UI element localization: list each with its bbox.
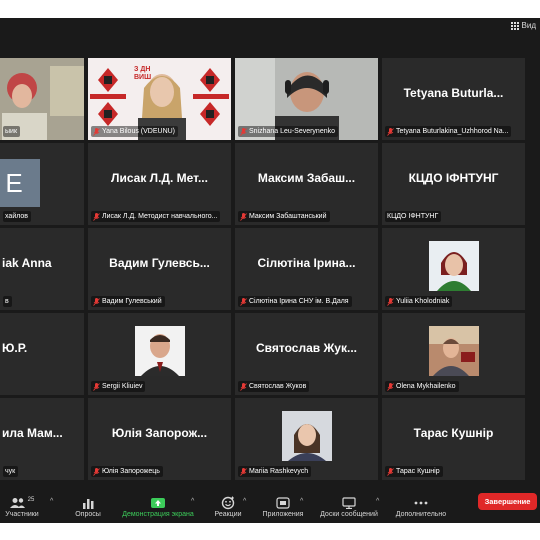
mic-muted-icon: [387, 467, 394, 476]
share-screen-icon: [151, 497, 165, 508]
end-meeting-button[interactable]: Завершение: [478, 493, 537, 510]
mic-muted-icon: [387, 297, 394, 306]
avatar: E: [0, 159, 40, 207]
participant-caption: Тарас Кушнір: [385, 466, 443, 477]
participant-caption: в: [3, 296, 12, 307]
participant-caption: ыик: [3, 126, 21, 137]
participant-caption: Сілютіна Ірина СНУ ім. В.Даля: [238, 296, 352, 307]
participant-tile[interactable]: З ДН ВИШ Yana Bilous (VDEUNU): [88, 58, 231, 140]
participant-display-name: Юлія Запорож...: [111, 425, 208, 440]
participant-display-name: iak Anna: [2, 255, 52, 270]
participant-caption: Mariia Rashkevych: [238, 466, 312, 477]
participants-count: 25: [27, 496, 35, 503]
gallery-grid: ыик З ДН ВИШ Yana Bilous (VDEUNU) Snizha…: [0, 18, 540, 493]
mic-muted-icon: [240, 297, 247, 306]
participant-caption: Вадим Гулевський: [91, 296, 165, 307]
participant-tile[interactable]: Тарас Кушнір Тарас Кушнір: [382, 398, 525, 480]
participant-tile[interactable]: iak Anna в: [0, 228, 84, 310]
mic-muted-icon: [387, 382, 394, 391]
participant-display-name: Сілютіна Ірина...: [257, 255, 356, 270]
participants-icon: [9, 497, 25, 508]
mic-muted-icon: [240, 212, 247, 221]
participant-caption: хайлов: [3, 211, 31, 222]
grid-view-icon: [510, 21, 519, 30]
participant-tile[interactable]: Mariia Rashkevych: [235, 398, 378, 480]
view-button[interactable]: Вид: [510, 21, 536, 30]
apps-icon: [276, 496, 290, 509]
whiteboards-button[interactable]: Доски сообщений: [312, 493, 386, 523]
participant-display-name: Вадим Гулевсь...: [109, 255, 210, 270]
participants-button[interactable]: 25 Участники: [2, 493, 42, 523]
mic-muted-icon: [240, 382, 247, 391]
participant-tile[interactable]: ила Мам... чук: [0, 398, 84, 480]
profile-photo: [428, 241, 479, 292]
participant-tile[interactable]: Лисак Л.Д. Мет... Лисак Л.Д. Методист на…: [88, 143, 231, 225]
whiteboard-icon: [342, 496, 356, 509]
banner-text: ВИШ: [134, 74, 152, 81]
mic-muted-icon: [93, 467, 100, 476]
participant-caption: Юлія Запорожець: [91, 466, 163, 477]
polls-button[interactable]: Опросы: [70, 493, 106, 523]
share-options-caret[interactable]: ^: [191, 498, 194, 505]
participant-display-name: Лисак Л.Д. Мет...: [111, 170, 208, 185]
profile-photo: [134, 326, 185, 377]
zoom-window: ыик З ДН ВИШ Yana Bilous (VDEUNU) Snizha…: [0, 18, 540, 523]
participant-tile[interactable]: Максим Забаш... Максим Забаштанський: [235, 143, 378, 225]
participant-caption: Yuliia Kholodniak: [385, 296, 453, 307]
participant-caption: чук: [3, 466, 19, 477]
participant-tile[interactable]: Yuliia Kholodniak: [382, 228, 525, 310]
reactions-button[interactable]: Реакции: [208, 493, 248, 523]
mic-muted-icon: [93, 382, 100, 391]
participant-caption: Максим Забаштанський: [238, 211, 330, 222]
participant-display-name: Святослав Жук...: [256, 340, 357, 355]
polls-icon: [83, 498, 94, 509]
participant-caption: КЦДО ІФНТУНГ: [385, 211, 442, 222]
participant-caption: Tetyana Buturlakina_Uzhhorod Na...: [385, 126, 512, 137]
participant-tile[interactable]: Ю.Р.: [0, 313, 84, 395]
participant-tile[interactable]: Сілютіна Ірина... Сілютіна Ірина СНУ ім.…: [235, 228, 378, 310]
participant-caption: Лисак Л.Д. Методист навчального...: [91, 211, 221, 222]
whiteboards-options-caret[interactable]: ^: [376, 498, 379, 505]
share-screen-button[interactable]: Демонстрация экрана: [114, 493, 202, 523]
more-icon: [414, 501, 428, 504]
participant-tile[interactable]: Вадим Гулевсь... Вадим Гулевський: [88, 228, 231, 310]
reactions-icon: [221, 496, 235, 509]
participant-display-name: ила Мам...: [2, 425, 63, 440]
participant-caption: Sergii Kliuiev: [91, 381, 146, 392]
participant-display-name: КЦДО ІФНТУНГ: [408, 170, 499, 185]
participant-tile[interactable]: Sergii Kliuiev: [88, 313, 231, 395]
participant-tile[interactable]: Tetyana Buturla... Tetyana Buturlakina_U…: [382, 58, 525, 140]
more-button[interactable]: Дополнительно: [390, 493, 452, 523]
top-bar: Вид: [0, 18, 540, 35]
mic-muted-icon: [93, 297, 100, 306]
mic-muted-icon: [387, 127, 394, 136]
banner-text: З ДН: [134, 66, 151, 73]
participant-tile[interactable]: КЦДО ІФНТУНГ КЦДО ІФНТУНГ: [382, 143, 525, 225]
participant-display-name: Tetyana Buturla...: [403, 85, 504, 100]
participant-tile[interactable]: Юлія Запорож... Юлія Запорожець: [88, 398, 231, 480]
meeting-toolbar: 25 Участники ^ Опросы Демонстрация экран…: [0, 493, 540, 523]
profile-photo: [281, 411, 332, 462]
participant-caption: Yana Bilous (VDEUNU): [91, 126, 179, 137]
mic-muted-icon: [93, 212, 100, 221]
mic-muted-icon: [93, 127, 100, 136]
profile-photo: [428, 326, 479, 377]
apps-options-caret[interactable]: ^: [300, 498, 303, 505]
participant-tile[interactable]: Olena Mykhailenko: [382, 313, 525, 395]
participant-tile[interactable]: E хайлов: [0, 143, 84, 225]
mic-muted-icon: [240, 127, 247, 136]
participants-options-caret[interactable]: ^: [50, 498, 53, 505]
participant-tile[interactable]: Святослав Жук... Святослав Жуков: [235, 313, 378, 395]
participant-tile[interactable]: ыик: [0, 58, 84, 140]
mic-muted-icon: [240, 467, 247, 476]
participant-caption: Snizhana Leu-Severynenko: [238, 126, 339, 137]
participant-display-name: Максим Забаш...: [257, 170, 356, 185]
participant-display-name: Тарас Кушнір: [413, 425, 494, 440]
reactions-options-caret[interactable]: ^: [243, 498, 246, 505]
participant-caption: Olena Mykhailenko: [385, 381, 459, 392]
participant-display-name: Ю.Р.: [2, 340, 28, 355]
participant-tile[interactable]: Snizhana Leu-Severynenko: [235, 58, 378, 140]
participant-caption: Святослав Жуков: [238, 381, 310, 392]
